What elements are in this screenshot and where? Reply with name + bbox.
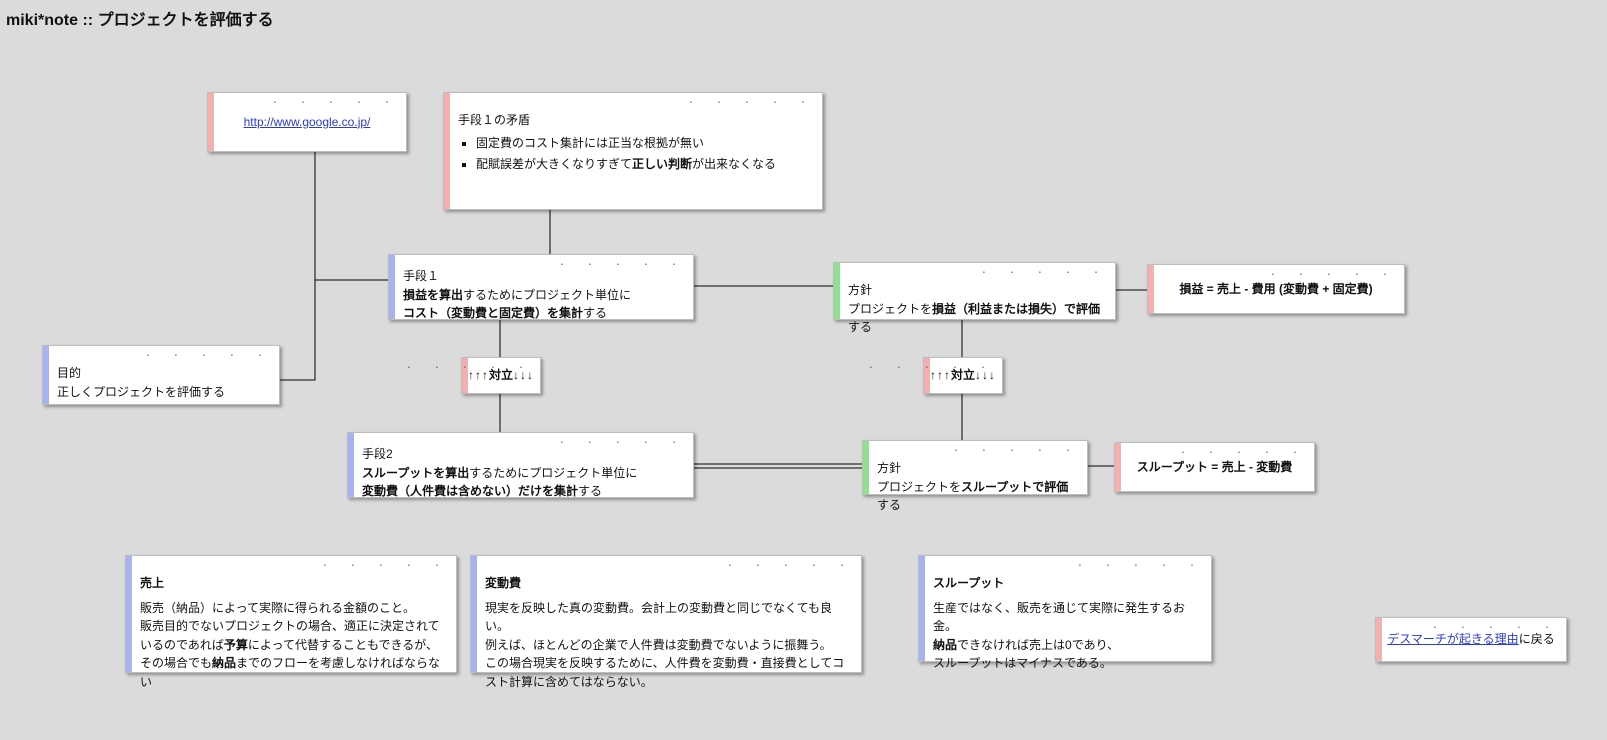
varcost-title: 変動費 xyxy=(485,576,521,590)
contradiction-item-2: 配賦誤差が大きくなりすぎて正しい判断が出来なくなる xyxy=(476,155,812,174)
sales-title: 売上 xyxy=(140,576,164,590)
policy2-label: 方針 xyxy=(877,459,1077,478)
means2-line1: スループットを算出するためにプロジェクト単位に xyxy=(362,464,683,483)
stripe xyxy=(389,255,395,319)
stripe xyxy=(444,93,450,209)
node-dots: . . . . . xyxy=(727,558,853,569)
external-link[interactable]: http://www.google.co.jp/ xyxy=(244,113,371,132)
means2-label: 手段2 xyxy=(362,445,683,464)
stripe xyxy=(471,556,477,672)
node-conflict-2: . . . . . ↑↑↑対立↓↓↓ xyxy=(923,357,1003,394)
formula1-text: 損益 = 売上 - 費用 (変動費 + 固定費) xyxy=(1179,280,1372,299)
policy1-label: 方針 xyxy=(848,281,1105,300)
node-dots: . . . . . xyxy=(145,348,271,359)
means1-label: 手段１ xyxy=(403,267,683,286)
node-goal: . . . . . 目的 正しくプロジェクトを評価する xyxy=(42,345,280,405)
varcost-line2: 例えば、ほとんどの企業で人件費は変動費でないように振舞う。 xyxy=(485,636,851,655)
node-sales: . . . . . 売上 販売（納品）によって実際に得られる金額のこと。 販売目… xyxy=(125,555,457,673)
node-contradiction: . . . . . 手段１の矛盾 固定費のコスト集計には正当な根拠が無い 配賦誤… xyxy=(443,92,823,210)
varcost-line3: この場合現実を反映するために、人件費を変動費・直接費としてコスト計算に含めてはな… xyxy=(485,654,851,691)
node-dots: . . . . . xyxy=(981,265,1107,276)
back-link[interactable]: デスマーチが起きる理由 xyxy=(1387,630,1518,649)
node-back-link: . . . . . デスマーチが起きる理由に戻る xyxy=(1375,617,1567,662)
varcost-line1: 現実を反映した真の変動費。会計上の変動費と同じでなくても良い。 xyxy=(485,599,851,636)
node-means-1: . . . . . 手段１ 損益を算出するためにプロジェクト単位に コスト（変動… xyxy=(388,254,694,320)
means2-line2: 変動費（人件費は含めない）だけを集計する xyxy=(362,482,683,501)
node-formula-1: . . . . . 損益 = 売上 - 費用 (変動費 + 固定費) xyxy=(1147,264,1405,314)
means1-line2: コスト（変動費と固定費）を集計する xyxy=(403,304,683,323)
stripe xyxy=(919,556,925,661)
node-dots: . . . . . xyxy=(688,95,814,106)
sales-line2: 販売目的でないプロジェクトの場合、適正に決定されているのであれば予算によって代替… xyxy=(140,617,446,691)
node-policy-2: . . . . . 方針 プロジェクトをスループットで評価する xyxy=(862,440,1088,495)
contradiction-label: 手段１の矛盾 xyxy=(458,111,812,130)
contradiction-item-1: 固定費のコスト集計には正当な根拠が無い xyxy=(476,134,812,153)
node-means-2: . . . . . 手段2 スループットを算出するためにプロジェクト単位に 変動… xyxy=(347,432,694,498)
goal-text: 正しくプロジェクトを評価する xyxy=(57,383,269,402)
node-formula-2: . . . . . スループット = 売上 - 変動費 xyxy=(1114,442,1315,492)
contradiction-list: 固定費のコスト集計には正当な根拠が無い 配賦誤差が大きくなりすぎて正しい判断が出… xyxy=(458,134,812,174)
node-external-link: . . . . . http://www.google.co.jp/ xyxy=(207,92,407,152)
stripe xyxy=(348,433,354,497)
stripe xyxy=(126,556,132,672)
formula2-text: スループット = 売上 - 変動費 xyxy=(1137,458,1293,477)
means1-line1: 損益を算出するためにプロジェクト単位に xyxy=(403,286,683,305)
stripe xyxy=(834,263,840,319)
back-link-suffix: に戻る xyxy=(1519,630,1555,649)
node-policy-1: . . . . . 方針 プロジェクトを損益（利益または損失）で評価する xyxy=(833,262,1116,320)
throughput-line3: スループットはマイナスである。 xyxy=(933,654,1201,673)
node-throughput: . . . . . スループット 生産ではなく、販売を通じて実際に発生するお金。… xyxy=(918,555,1212,662)
sales-line1: 販売（納品）によって実際に得られる金額のこと。 xyxy=(140,599,446,618)
node-variable-cost: . . . . . 変動費 現実を反映した真の変動費。会計上の変動費と同じでなく… xyxy=(470,555,862,673)
throughput-title: スループット xyxy=(933,576,1004,590)
throughput-line2: 納品できなければ売上は0であり、 xyxy=(933,636,1201,655)
stripe xyxy=(863,441,869,494)
policy1-text: プロジェクトを損益（利益または損失）で評価する xyxy=(848,300,1105,337)
stripe xyxy=(43,346,49,404)
goal-label: 目的 xyxy=(57,364,269,383)
node-dots: . . . . . xyxy=(953,443,1079,454)
node-dots: . . . . . xyxy=(322,558,448,569)
diagram-canvas: . . . . . http://www.google.co.jp/ . . .… xyxy=(0,0,1607,740)
node-conflict-1: . . . . . ↑↑↑対立↓↓↓ xyxy=(461,357,541,394)
policy2-text: プロジェクトをスループットで評価する xyxy=(877,478,1077,515)
throughput-line1: 生産ではなく、販売を通じて実際に発生するお金。 xyxy=(933,599,1201,636)
node-dots: . . . . . xyxy=(1077,558,1203,569)
